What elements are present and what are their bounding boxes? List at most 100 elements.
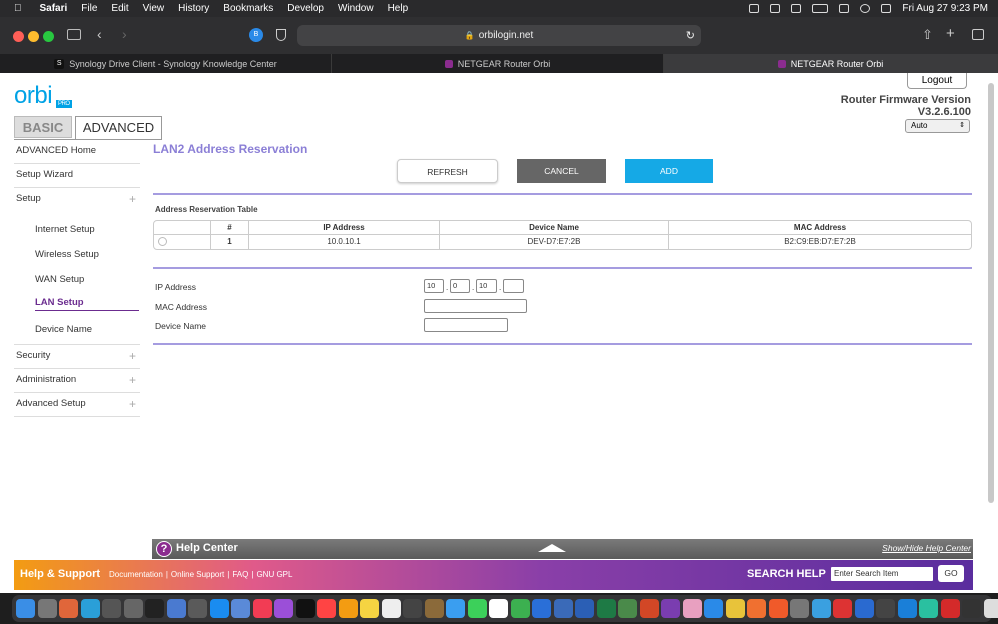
shield-icon[interactable] [276,29,286,41]
sidebar-item-advanced-home[interactable]: ADVANCED Home [14,140,140,164]
go-button[interactable]: GO [938,565,964,582]
brave-icon[interactable] [768,599,788,618]
safari-icon[interactable] [704,599,723,618]
page-scrollbar[interactable] [988,83,994,503]
tv-icon[interactable] [295,599,315,618]
powerpoint-icon[interactable] [639,599,659,618]
numbers-icon[interactable] [510,599,530,618]
messages-icon[interactable] [467,599,487,618]
app-icon[interactable] [532,599,551,618]
sidebar-item-security[interactable]: Security + [14,345,140,369]
app-icon[interactable] [188,599,207,618]
app-icon[interactable] [790,599,809,618]
expand-plus-icon[interactable]: + [129,369,136,391]
menu-history[interactable]: History [178,3,209,14]
app-icon[interactable] [231,599,250,618]
sidebar-item-internet-setup[interactable]: Internet Setup [35,224,95,235]
browser-tab-synology[interactable]: S Synology Drive Client - Synology Knowl… [0,54,332,73]
search-help-input[interactable]: Enter Search Item [831,567,933,581]
apple-icon[interactable]:  [14,3,22,14]
app-icon[interactable] [854,599,874,618]
menu-help[interactable]: Help [388,3,409,14]
mail-icon[interactable] [446,599,465,618]
share-icon[interactable]: ⇧ [922,27,933,43]
app-icon[interactable] [166,599,186,618]
menu-edit[interactable]: Edit [111,3,128,14]
back-icon[interactable]: ‹ [97,26,102,42]
help-center-bar[interactable]: ? Help Center Show/Hide Help Center [152,539,973,559]
app-icon[interactable] [403,599,422,618]
expand-arrow-icon[interactable] [538,544,566,552]
tab-advanced[interactable]: ADVANCED [75,116,162,140]
photos-icon[interactable] [682,599,702,618]
add-button[interactable]: ADD [625,159,713,183]
sidebar-item-setup[interactable]: Setup + [14,188,140,212]
ip-octet-2[interactable]: 0 [450,279,470,293]
forward-icon[interactable]: › [122,26,127,42]
device-name-input[interactable] [424,318,508,332]
expand-plus-icon[interactable]: + [129,188,136,210]
app-icon[interactable] [876,599,895,618]
wifi-icon[interactable] [839,4,850,13]
ip-octet-3[interactable]: 10 [476,279,497,293]
appstore-icon[interactable] [209,599,229,618]
browser-tab-netgear-2[interactable]: NETGEAR Router Orbi [664,54,998,73]
sidebar-item-administration[interactable]: Administration + [14,369,140,393]
calendar-icon[interactable] [489,599,508,618]
minimize-window-icon[interactable] [28,31,39,42]
control-center-icon[interactable] [881,4,892,13]
browser-tab-netgear-1[interactable]: NETGEAR Router Orbi [332,54,664,73]
firefox-icon[interactable] [747,599,766,618]
reminders-icon[interactable] [381,599,401,618]
cancel-button[interactable]: CANCEL [517,159,606,183]
app-icon[interactable] [919,599,938,618]
sidebar-item-lan-setup[interactable]: LAN Setup [35,297,139,311]
logout-button[interactable]: Logout [907,73,967,89]
menu-window[interactable]: Window [338,3,374,14]
app-icon[interactable] [811,599,831,618]
battery-icon[interactable] [812,4,829,13]
zoom-window-icon[interactable] [43,31,54,42]
ip-octet-1[interactable]: 10 [424,279,444,293]
menu-develop[interactable]: Develop [287,3,324,14]
sidebar-item-device-name[interactable]: Device Name [35,324,92,335]
excel-icon[interactable] [596,599,616,618]
app-icon[interactable] [618,599,637,618]
app-icon[interactable] [145,599,164,618]
books-icon[interactable] [338,599,358,618]
podcasts-icon[interactable] [274,599,293,618]
sidebar-item-wireless-setup[interactable]: Wireless Setup [35,249,99,260]
extension-icon[interactable]: B [249,28,263,42]
documentation-link[interactable]: Documentation [109,570,163,579]
refresh-button[interactable]: REFRESH [397,159,498,183]
menu-bookmarks[interactable]: Bookmarks [223,3,273,14]
show-hide-help-link[interactable]: Show/Hide Help Center [882,543,971,553]
online-support-link[interactable]: Online Support [171,570,224,579]
app-icon[interactable] [102,599,121,618]
app-grid-icon[interactable] [59,599,78,618]
document-icon[interactable] [983,599,998,618]
row-radio[interactable] [158,237,167,247]
close-window-icon[interactable] [13,31,24,42]
bluetooth-icon[interactable] [791,4,802,13]
tab-overview-icon[interactable] [972,29,984,40]
expand-plus-icon[interactable]: + [129,345,136,367]
tab-basic[interactable]: BASIC [14,116,72,138]
reload-icon[interactable]: ↻ [686,29,695,42]
menu-view[interactable]: View [143,3,165,14]
cloud-icon[interactable] [770,4,781,13]
ip-octet-4[interactable] [503,279,524,293]
app-icon[interactable] [123,599,143,618]
word-icon[interactable] [575,599,594,618]
menu-app-name[interactable]: Safari [40,3,68,14]
app-icon[interactable] [424,599,444,618]
menu-file[interactable]: File [81,3,97,14]
acrobat-icon[interactable] [940,599,960,618]
expand-plus-icon[interactable]: + [129,393,136,415]
sidebar-item-wan-setup[interactable]: WAN Setup [35,274,84,285]
news-icon[interactable] [317,599,336,618]
sidebar-item-advanced-setup[interactable]: Advanced Setup + [14,393,140,417]
notes-icon[interactable] [360,599,379,618]
address-bar[interactable]: 🔒 orbilogin.net ↻ [297,25,701,46]
table-row[interactable]: 1 10.0.10.1 DEV-D7:E7:2B B2:C9:EB:D7:E7:… [154,235,971,249]
